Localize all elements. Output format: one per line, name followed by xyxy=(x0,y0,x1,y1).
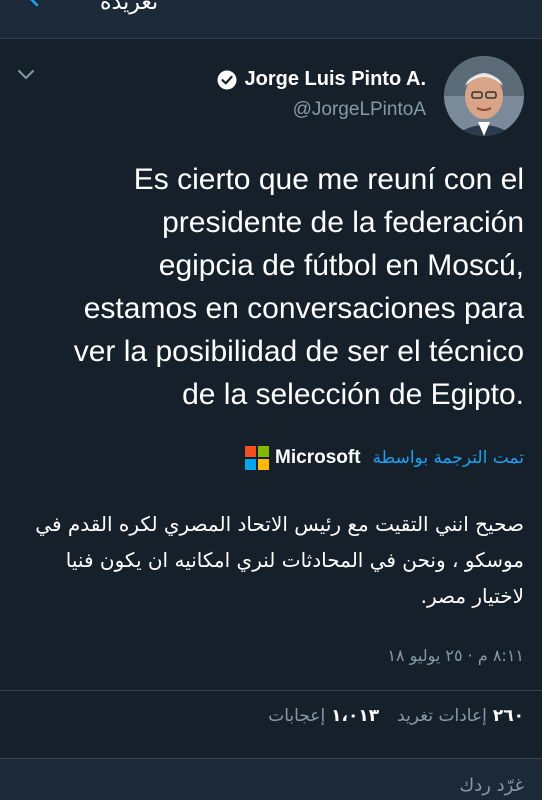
retweets-count: ٢٦٠ xyxy=(492,706,524,726)
tweet-text-line: de la selección de Egipto. xyxy=(182,378,524,411)
author-names: Jorge Luis Pinto A. @JorgeLPintoA xyxy=(217,68,427,121)
display-name[interactable]: Jorge Luis Pinto A. xyxy=(245,68,427,91)
reply-input[interactable]: غرّد ردك xyxy=(459,775,524,796)
translation-attribution: Microsoft تمت الترجمة بواسطة xyxy=(245,446,524,470)
display-name-line: Jorge Luis Pinto A. xyxy=(217,68,427,91)
likes-stat[interactable]: ١،٠١٣ إعجابات xyxy=(268,706,379,726)
page-title: تغريدة xyxy=(100,0,159,15)
tweet-text-line: egipcia de fútbol en Moscú, xyxy=(158,249,524,282)
tweet-stats: ٢٦٠ إعادات تغريد ١،٠١٣ إعجابات xyxy=(250,706,524,726)
translated-by-label[interactable]: تمت الترجمة بواسطة xyxy=(373,448,524,468)
tweet-detail-page: تغريدة Jorge Luis Pinto A. @JorgeLPintoA xyxy=(0,0,542,800)
back-arrow-icon[interactable] xyxy=(26,0,50,10)
microsoft-logo-icon xyxy=(245,446,270,470)
tweet-author: Jorge Luis Pinto A. @JorgeLPintoA xyxy=(217,56,524,136)
user-handle[interactable]: @JorgeLPintoA xyxy=(217,99,426,121)
tweet-text-line: Es cierto que me reuní con el xyxy=(133,163,524,196)
likes-count: ١،٠١٣ xyxy=(331,706,380,726)
tweet-text-line: presidente de la federación xyxy=(162,206,524,239)
translator-name: Microsoft xyxy=(275,447,361,468)
chevron-down-icon[interactable] xyxy=(16,68,36,82)
likes-label: إعجابات xyxy=(268,706,326,726)
tweet-text-line: ver la posibilidad de ser el técnico xyxy=(73,335,524,368)
avatar-image xyxy=(444,56,524,136)
retweets-stat[interactable]: ٢٦٠ إعادات تغريد xyxy=(397,706,524,726)
tweet-timestamp: ٨:١١ م · ٢٥ يوليو ١٨ xyxy=(387,646,524,665)
tweet-text: Es cierto que me reuní con el presidente… xyxy=(14,158,524,416)
reply-bar[interactable]: غرّد ردك xyxy=(0,758,542,800)
translated-text: صحيح انني التقيت مع رئيس الاتحاد المصري … xyxy=(35,512,524,608)
verified-badge-icon xyxy=(217,70,236,89)
tweet-text-line: estamos en conversaciones para xyxy=(83,292,524,325)
divider xyxy=(0,690,542,691)
avatar[interactable] xyxy=(444,56,524,136)
top-bar: تغريدة xyxy=(0,0,542,39)
retweets-label: إعادات تغريد xyxy=(397,706,487,726)
